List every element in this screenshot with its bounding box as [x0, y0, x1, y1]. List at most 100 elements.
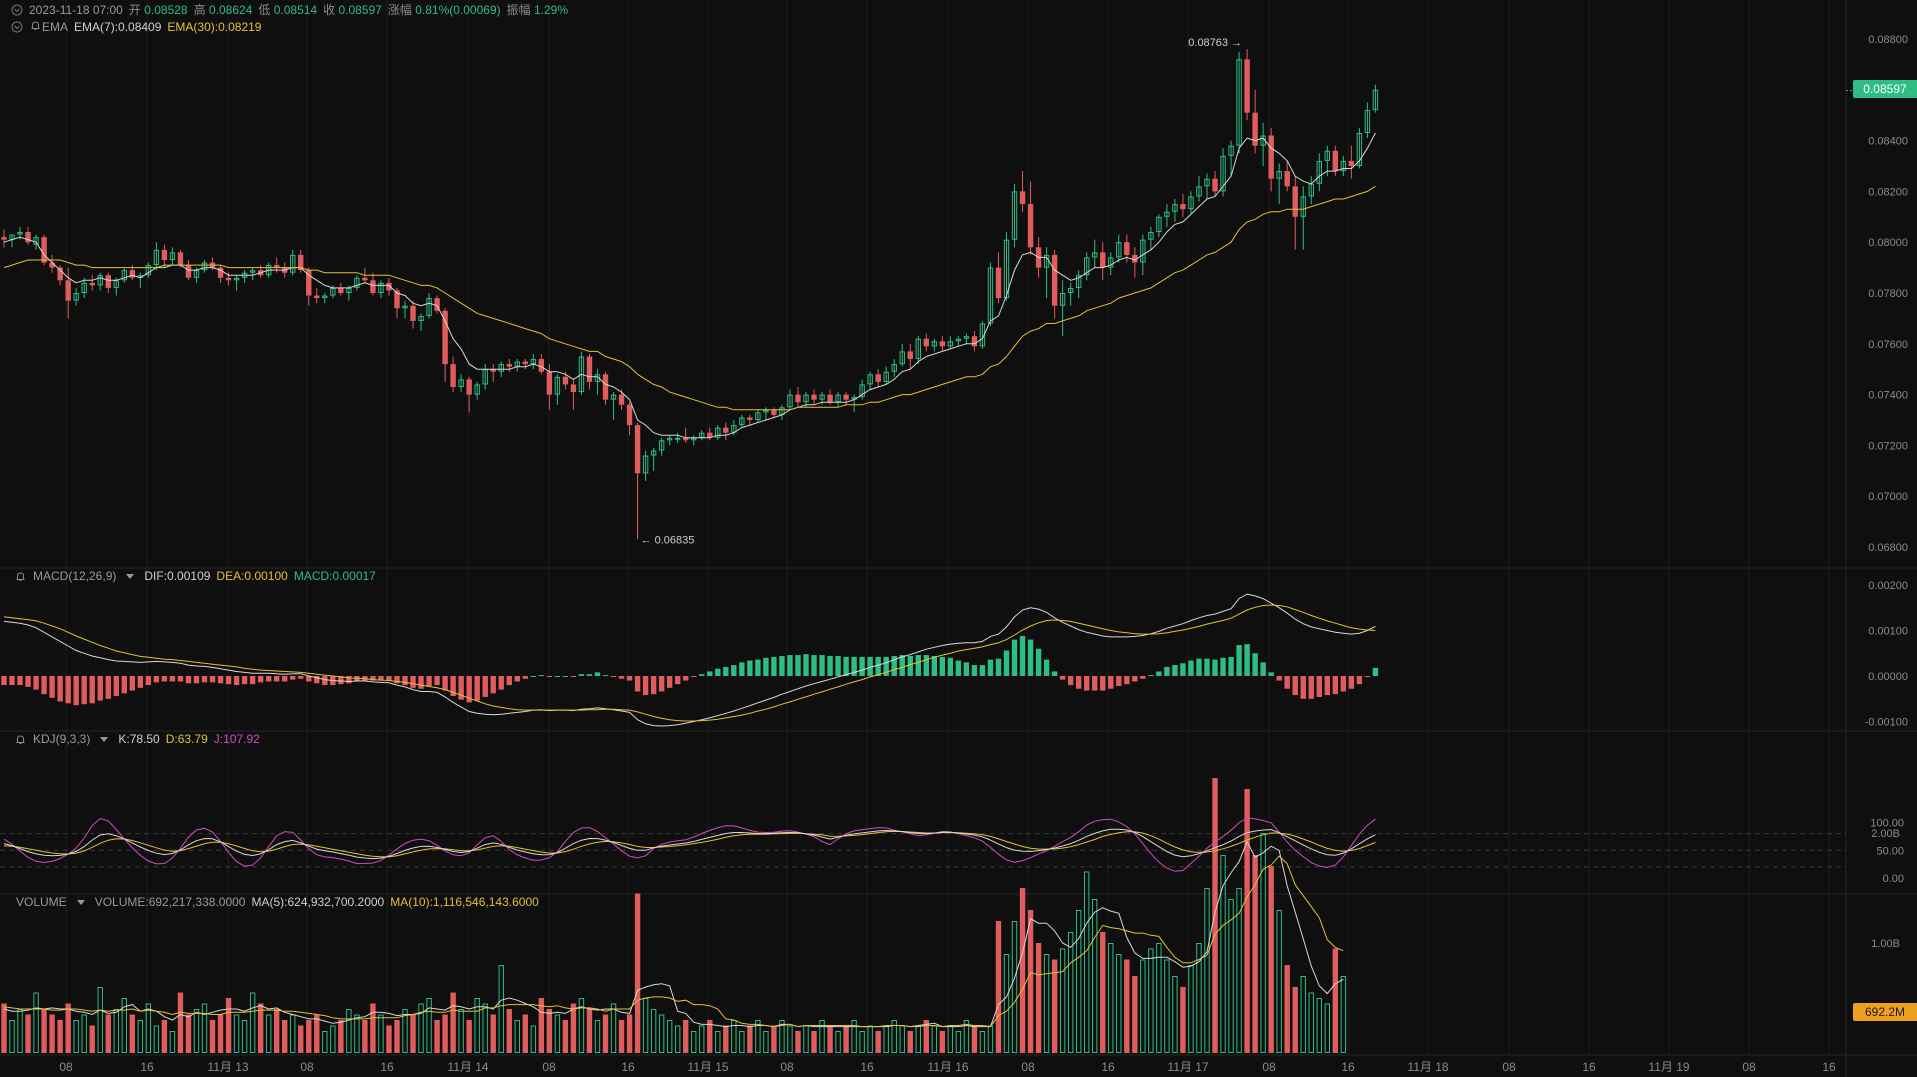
macd-histogram-bar	[1019, 635, 1026, 676]
macd-dif-value: DIF:0.00109	[144, 569, 211, 583]
candle-down	[586, 356, 593, 382]
volume-bar	[354, 1014, 360, 1053]
macd-histogram-bar	[819, 655, 825, 676]
volume-bar	[129, 1014, 136, 1053]
volume-bar	[586, 1009, 593, 1053]
macd-histogram-bar	[1051, 671, 1058, 676]
candle-down	[1332, 150, 1339, 172]
candle-down	[450, 364, 456, 387]
bell-icon[interactable]	[14, 733, 27, 746]
volume-bar	[506, 1009, 512, 1053]
volume-ma10-value: MA(10):1,116,546,143.6000	[390, 895, 539, 909]
time-axis-label: 16	[860, 1060, 874, 1074]
macd-histogram-bar	[1116, 676, 1122, 687]
candle-down	[314, 295, 320, 299]
macd-histogram-bar	[418, 676, 424, 689]
volume-bar	[217, 1014, 224, 1053]
bell-icon[interactable]	[29, 19, 42, 32]
macd-histogram-bar	[602, 675, 609, 677]
macd-histogram-bar	[707, 671, 713, 676]
high-label: 高	[193, 3, 206, 17]
volume-bar	[899, 1025, 905, 1053]
chart-canvas[interactable]: 0.08763 → ← 0.06835 0.08800 0.08400 0.08200 0…	[0, 0, 1917, 1077]
candle-down	[939, 341, 946, 347]
volume-indicator-name[interactable]: VOLUME	[16, 895, 67, 909]
kdj-dropdown-icon[interactable]	[100, 736, 109, 742]
macd-histogram-bar	[137, 676, 144, 688]
volume-bar	[1300, 976, 1306, 1053]
candle-down	[570, 384, 577, 393]
kdj-indicator-name[interactable]: KDJ(9,3,3)	[33, 732, 90, 746]
candle-down	[634, 425, 641, 474]
macd-histogram-bar	[17, 676, 23, 686]
volume-bar	[1212, 778, 1218, 1053]
bell-icon[interactable]	[14, 570, 27, 583]
volume-bar	[1043, 954, 1050, 1053]
volume-bar	[370, 1003, 376, 1053]
volume-bar	[803, 1025, 809, 1053]
open-value: 0.08528	[144, 3, 188, 17]
candle-down	[1124, 242, 1130, 255]
volume-bar	[1268, 866, 1274, 1053]
macd-histogram-bar	[1027, 639, 1034, 676]
collapse-chevron-icon[interactable]	[10, 3, 23, 16]
macd-histogram-bar	[803, 654, 809, 676]
volume-bar	[362, 1020, 368, 1053]
macd-histogram-bar	[290, 676, 296, 680]
macd-histogram-bar	[1204, 658, 1210, 676]
macd-histogram-bar	[1268, 672, 1274, 676]
volume-bar	[394, 1020, 400, 1053]
macd-histogram-bar	[249, 676, 256, 685]
volume-dropdown-icon[interactable]	[76, 899, 85, 905]
time-axis-label: 16	[1582, 1060, 1596, 1074]
macd-histogram-bar	[859, 656, 865, 676]
volume-bar	[65, 1003, 71, 1053]
ema-indicator-name[interactable]: EMA	[29, 19, 68, 34]
macd-histogram-bar	[971, 665, 978, 676]
candle-down	[723, 427, 729, 433]
macd-histogram-bar	[875, 656, 881, 676]
volume-bar	[1228, 899, 1234, 1053]
volume-bar	[33, 992, 39, 1053]
ema7-value: EMA(7):0.08409	[74, 19, 162, 34]
candle-down	[1348, 160, 1355, 166]
macd-histogram-bar	[1364, 676, 1371, 677]
macd-histogram-bar	[1180, 663, 1186, 676]
collapse-chevron-icon[interactable]	[10, 20, 23, 33]
candle-down	[747, 417, 753, 420]
volume-bar	[715, 1031, 721, 1053]
macd-histogram-bar	[402, 676, 408, 686]
macd-histogram-bar	[514, 676, 520, 682]
volume-bar	[1140, 959, 1146, 1053]
macd-histogram-bar	[779, 655, 785, 676]
macd-histogram-bar	[434, 676, 440, 686]
volume-bar	[626, 1014, 633, 1053]
volume-bar	[249, 992, 256, 1053]
macd-histogram-bar	[907, 655, 913, 676]
volume-bar	[763, 1031, 769, 1053]
macd-histogram-bar	[1100, 676, 1106, 691]
high-value: 0.08624	[208, 3, 253, 17]
macd-histogram-bar	[755, 659, 761, 676]
volume-bar	[322, 1031, 328, 1053]
macd-histogram-bar	[89, 676, 95, 704]
candle-down	[811, 394, 817, 400]
time-axis-label: 08	[780, 1060, 794, 1074]
candle-down	[626, 404, 633, 426]
candle-down	[971, 336, 978, 347]
volume-bar	[979, 1031, 986, 1053]
macd-indicator-name[interactable]: MACD(12,26,9)	[33, 569, 116, 583]
volume-bar	[201, 1003, 208, 1053]
volume-bar	[338, 1020, 344, 1053]
ema30-value: EMA(30):0.08219	[167, 19, 262, 34]
macd-histogram-bar	[787, 655, 793, 676]
volume-bar	[177, 992, 184, 1053]
volume-bar	[859, 1031, 865, 1053]
macd-dropdown-icon[interactable]	[126, 573, 135, 579]
volume-bar	[298, 1025, 304, 1053]
volume-bar	[193, 1009, 200, 1053]
volume-bar	[883, 1025, 889, 1053]
candle-down	[1284, 171, 1290, 187]
macd-histogram-bar	[169, 676, 176, 682]
macd-histogram-bar	[538, 675, 545, 677]
